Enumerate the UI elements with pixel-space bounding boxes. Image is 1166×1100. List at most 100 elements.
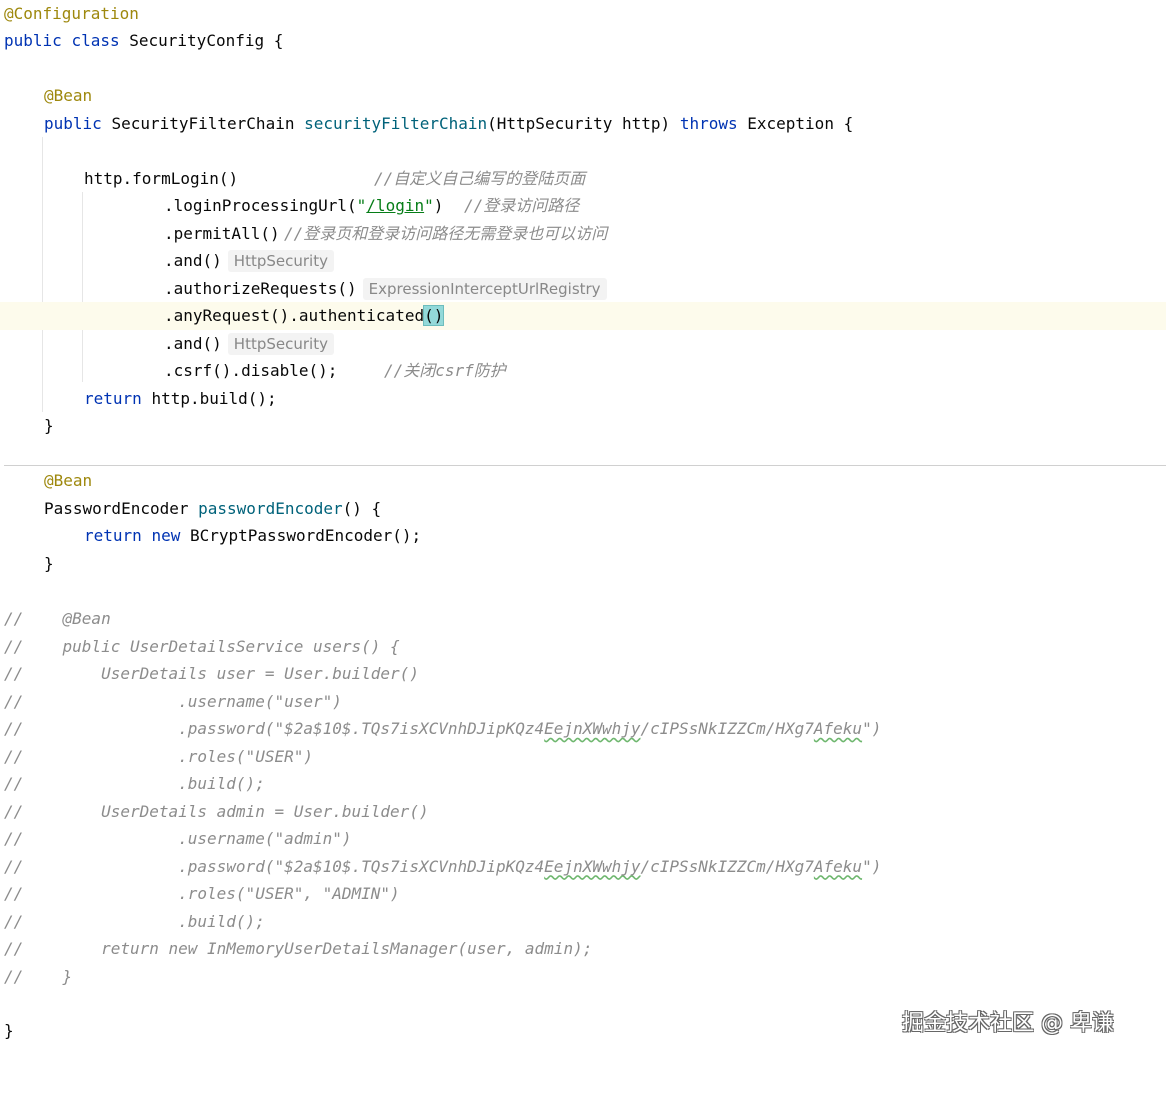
call-text: .authorizeRequests()	[164, 279, 357, 298]
code-line[interactable]: return http.build();	[0, 385, 1166, 413]
code-line[interactable]: .authorizeRequests() ExpressionInterceptU…	[0, 275, 1166, 303]
code-line[interactable]: .and() HttpSecurity	[0, 330, 1166, 358]
keyword-return: return	[84, 389, 142, 408]
class-declaration: public class SecurityConfig {	[4, 27, 283, 55]
commented-line[interactable]: // }	[0, 963, 1166, 991]
commented-line[interactable]: // .password("$2a$10$.TQs7isXCVnhDJipKQz…	[0, 853, 1166, 881]
code-line[interactable]: .csrf().disable(); //关闭csrf防护	[0, 357, 1166, 385]
commented-code: }	[24, 966, 73, 986]
commented-line[interactable]: // UserDetails user = User.builder()	[0, 660, 1166, 688]
call-text: )	[433, 196, 444, 215]
comment-marker: //	[4, 829, 24, 848]
keyword-new: new	[151, 526, 181, 545]
commented-code: UserDetails user = User.builder()	[24, 664, 419, 683]
return-type: PasswordEncoder	[44, 499, 189, 518]
comment-marker: //	[4, 884, 24, 903]
authorize-requests-call: .authorizeRequests() ExpressionInterceptU…	[164, 275, 607, 303]
code-line[interactable]: .and() HttpSecurity	[0, 247, 1166, 275]
typo-underlined-word: Afeku	[813, 719, 863, 738]
commented-code-part: .password("$2a$10$.TQs7isXCVnhDJipKQz4	[24, 856, 545, 876]
commented-line[interactable]: // .build();	[0, 770, 1166, 798]
class-closing-brace: }	[4, 1021, 14, 1040]
and-call: .and() HttpSecurity	[164, 247, 334, 275]
csrf-disable-call: .csrf().disable();	[164, 361, 338, 380]
login-processing-url-call: .loginProcessingUrl("/login")	[164, 192, 443, 220]
annotation-bean: @Bean	[44, 86, 93, 105]
method-params: (HttpSecurity http)	[487, 114, 671, 133]
code-line[interactable]: return new BCryptPasswordEncoder();	[0, 522, 1166, 550]
commented-code: .roles("USER")	[24, 746, 313, 766]
call-text: .loginProcessingUrl(	[164, 196, 357, 215]
current-line[interactable]: .anyRequest().authenticated()	[0, 302, 1166, 330]
url-string-link[interactable]: /login	[366, 196, 424, 215]
method-signature: public SecurityFilterChain securityFilte…	[44, 110, 853, 138]
commented-code: .roles("USER", "ADMIN")	[24, 884, 400, 903]
permit-all-call: .permitAll()	[164, 224, 280, 243]
constructor-call: BCryptPasswordEncoder();	[189, 526, 422, 545]
code-editor[interactable]: @Configuration public class SecurityConf…	[0, 0, 1166, 1063]
commented-code: UserDetails admin = User.builder()	[24, 801, 429, 821]
comment-marker: //	[4, 801, 24, 821]
keyword-class: class	[71, 31, 120, 50]
keyword-return: return	[84, 526, 142, 545]
code-line[interactable]: http.formLogin() //自定义自己编写的登陆页面	[0, 165, 1166, 193]
commented-code: public UserDetailsService users() {	[24, 636, 400, 656]
commented-line[interactable]: // .roles("USER")	[0, 743, 1166, 771]
annotation-bean: @Bean	[44, 471, 93, 490]
and-call: .and() HttpSecurity	[164, 330, 334, 358]
commented-line[interactable]: // .username("user")	[0, 688, 1166, 716]
keyword-public: public	[44, 114, 102, 133]
typo-underlined-word: Afeku	[813, 856, 863, 876]
code-line[interactable]: .loginProcessingUrl("/login") //登录访问路径	[0, 192, 1166, 220]
commented-line[interactable]: // UserDetails admin = User.builder()	[0, 798, 1166, 826]
string-quote: "	[424, 196, 434, 215]
code-line[interactable]: .permitAll() //登录页和登录访问路径无需登录也可以访问	[0, 220, 1166, 248]
comment-marker: //	[4, 609, 24, 628]
commented-code-part: ")	[862, 719, 882, 738]
commented-line[interactable]: // return new InMemoryUserDetailsManager…	[0, 935, 1166, 963]
commented-code-part: .password("$2a$10$.TQs7isXCVnhDJipKQz4	[24, 719, 545, 738]
code-line[interactable]: public SecurityFilterChain securityFilte…	[0, 110, 1166, 138]
code-line[interactable]: }	[0, 412, 1166, 440]
method-name: passwordEncoder	[198, 499, 343, 518]
comment-marker: //	[4, 856, 24, 876]
method-signature: PasswordEncoder passwordEncoder() {	[44, 495, 381, 523]
typo-underlined-word: EejnXWwhjy	[544, 719, 641, 738]
call-text: .anyRequest().authenticated	[164, 306, 425, 325]
commented-code-part: /cIPSsNkIZZCm/HXg7	[640, 856, 814, 876]
code-line[interactable]: PasswordEncoder passwordEncoder() {	[0, 495, 1166, 523]
matched-parens: ()	[423, 305, 445, 326]
comment-marker: //	[4, 939, 24, 958]
commented-line[interactable]: // public UserDetailsService users() {	[0, 633, 1166, 661]
typo-underlined-word: EejnXWwhjy	[544, 856, 641, 876]
comment-marker: //	[4, 691, 24, 711]
commented-line[interactable]: // .password("$2a$10$.TQs7isXCVnhDJipKQz…	[0, 715, 1166, 743]
code-line[interactable]: @Configuration	[0, 0, 1166, 28]
return-statement: return http.build();	[84, 385, 277, 413]
line-comment: //登录页和登录访问路径无需登录也可以访问	[284, 224, 608, 243]
watermark: 掘金技术社区 @ 卑谦	[902, 1011, 1114, 1036]
line-comment: //关闭csrf防护	[384, 361, 506, 380]
comment-marker: //	[4, 774, 24, 793]
type-hint: HttpSecurity	[227, 333, 334, 355]
code-line[interactable]: @Bean	[0, 467, 1166, 495]
comment-marker: //	[4, 719, 24, 738]
method-name: securityFilterChain	[304, 114, 488, 133]
call-text: .and()	[164, 251, 222, 270]
comment-marker: //	[4, 636, 24, 656]
comment-marker: //	[4, 911, 24, 931]
commented-code: return new InMemoryUserDetailsManager(us…	[24, 939, 593, 958]
string-quote: "	[356, 196, 367, 215]
commented-line[interactable]: // .username("admin")	[0, 825, 1166, 853]
code-line[interactable]: public class SecurityConfig {	[0, 27, 1166, 55]
code-line[interactable]: }	[0, 550, 1166, 578]
commented-code: .password("$2a$10$.TQs7isXCVnhDJipKQz4Ee…	[24, 715, 881, 743]
commented-line[interactable]: // @Bean	[0, 605, 1166, 633]
return-type: SecurityFilterChain	[111, 114, 295, 133]
commented-line[interactable]: // .build();	[0, 908, 1166, 936]
line-comment: //登录访问路径	[464, 196, 580, 215]
commented-line[interactable]: // .roles("USER", "ADMIN")	[0, 880, 1166, 908]
return-statement: return new BCryptPasswordEncoder();	[84, 522, 421, 550]
code-line[interactable]: @Bean	[0, 82, 1166, 110]
closing-brace: }	[44, 416, 54, 435]
